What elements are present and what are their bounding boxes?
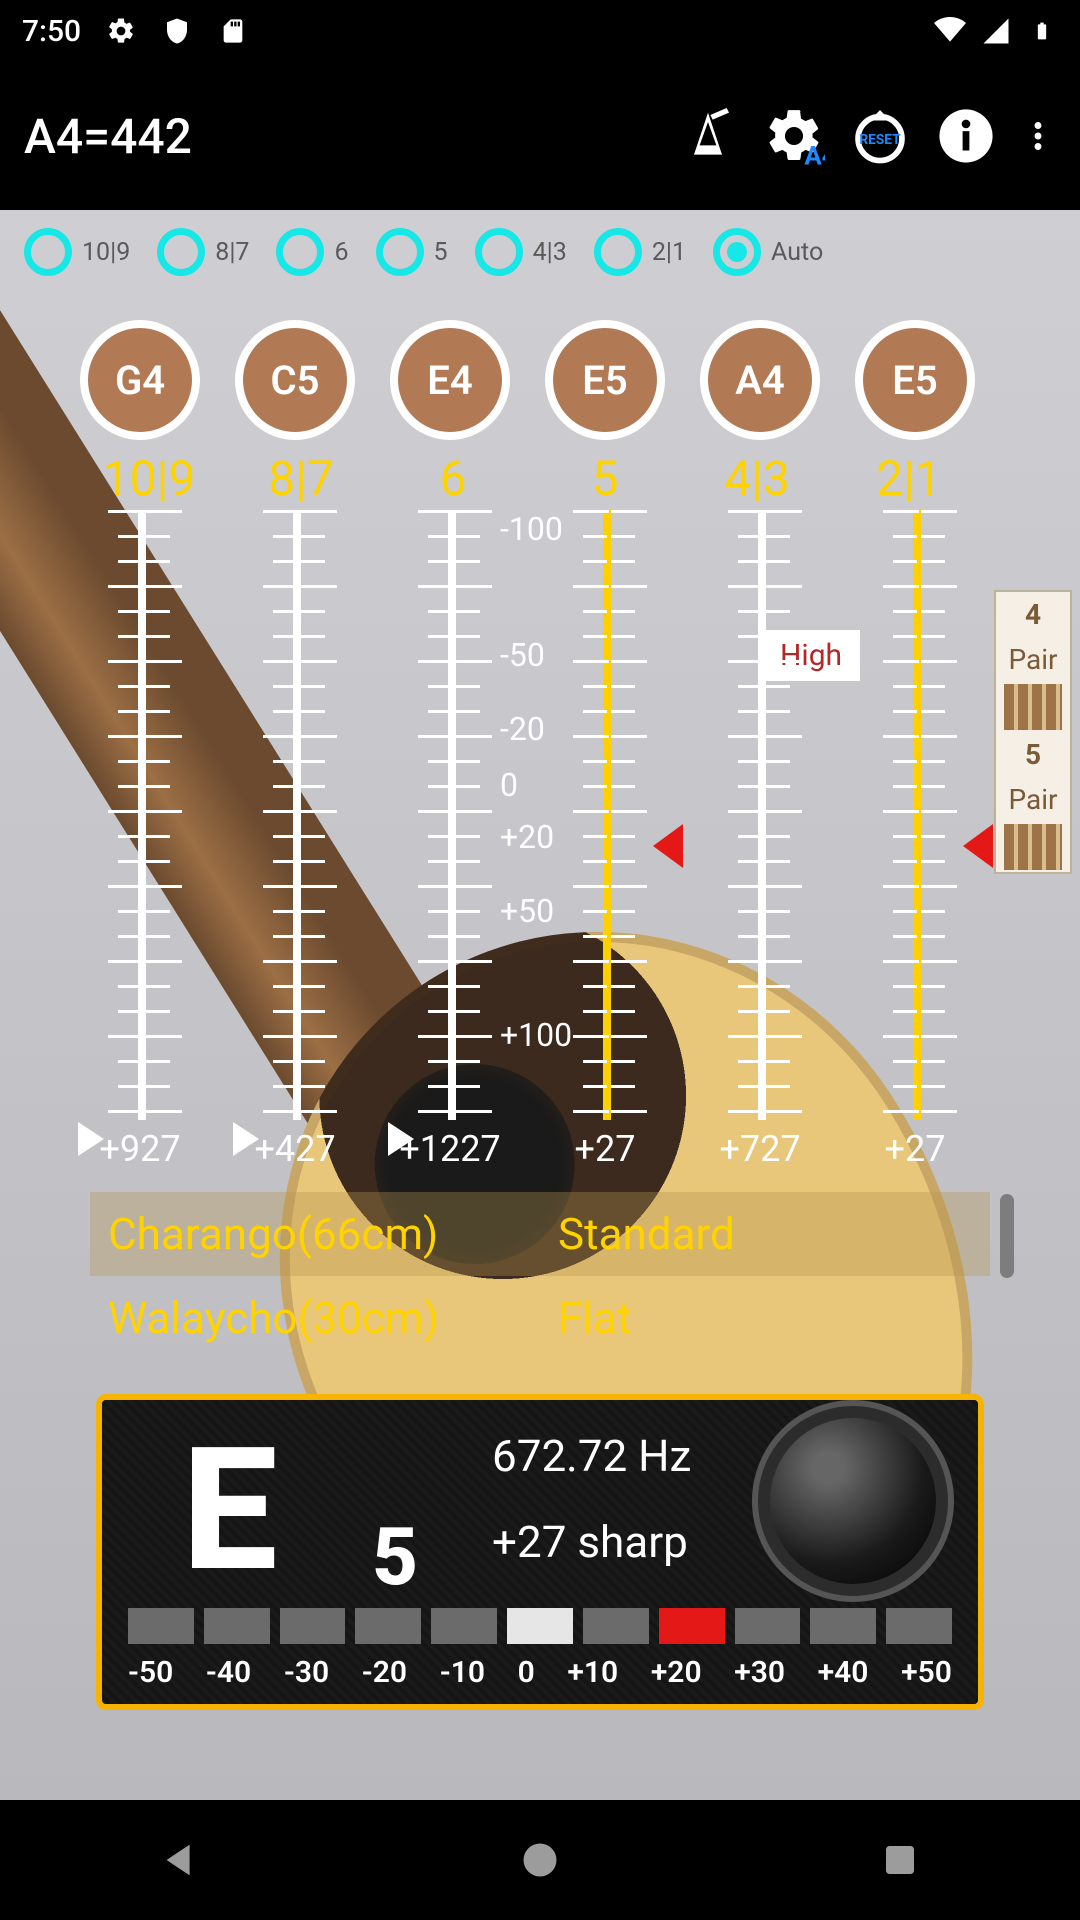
- frequency-readout: 672.72 Hz: [492, 1430, 691, 1482]
- string-radio-10-9[interactable]: 10|9: [24, 228, 130, 276]
- svg-text:A4: A4: [804, 141, 825, 167]
- battery-icon: [1026, 15, 1058, 47]
- nav-home-button[interactable]: [512, 1832, 568, 1888]
- string-radio-auto[interactable]: Auto: [713, 228, 823, 276]
- peg-e5a[interactable]: E5: [545, 320, 665, 440]
- nav-recents-button[interactable]: [872, 1832, 928, 1888]
- peg-g4[interactable]: G4: [80, 320, 200, 440]
- list-item[interactable]: Walaycho(30cm): [90, 1276, 540, 1360]
- list-item[interactable]: Standard: [540, 1192, 990, 1276]
- list-item[interactable]: Flat: [540, 1276, 990, 1360]
- string-radio-4-3[interactable]: 4|3: [475, 228, 567, 276]
- peg-c5[interactable]: C5: [235, 320, 355, 440]
- pair-selector: 4 Pair 5 Pair: [994, 590, 1072, 874]
- overflow-menu-button[interactable]: [1020, 104, 1056, 168]
- string-radio-5[interactable]: 5: [376, 228, 448, 276]
- scale-col: +727: [700, 510, 820, 1120]
- reset-button[interactable]: RESET: [848, 104, 912, 168]
- nav-bar: [0, 1800, 1080, 1920]
- string-label: 8|7: [242, 450, 360, 507]
- app-bar: A4=442 A4 RESET: [0, 62, 1080, 210]
- pair-4-button[interactable]: 4: [996, 592, 1070, 637]
- sd-card-icon: [217, 15, 249, 47]
- status-time: 7:50: [22, 14, 81, 49]
- note-pegs-row: G4 C5 E4 E5 A4 E5: [80, 320, 975, 440]
- scale-col-active: +27: [855, 510, 975, 1120]
- tuning-list[interactable]: Standard Flat: [540, 1192, 990, 1372]
- string-label: 6: [394, 450, 512, 507]
- pointer-icon: [653, 824, 683, 868]
- string-radio-2-1[interactable]: 2|1: [594, 228, 686, 276]
- shield-icon: [161, 15, 193, 47]
- tuner-display: E 5 672.72 Hz +27 sharp -50 -40 -30 -20 …: [96, 1394, 984, 1710]
- peg-e5b[interactable]: E5: [855, 320, 975, 440]
- info-button[interactable]: [934, 104, 998, 168]
- scale-col: +927: [80, 510, 200, 1120]
- app-title: A4=442: [24, 108, 654, 165]
- string-label: 2|1: [850, 450, 968, 507]
- string-select-radios: 10|9 8|7 6 5 4|3 2|1 Auto: [0, 228, 1080, 276]
- peg-a4[interactable]: A4: [700, 320, 820, 440]
- pair-5-button[interactable]: 5: [996, 732, 1070, 777]
- nav-back-button[interactable]: [152, 1832, 208, 1888]
- instrument-list[interactable]: Charango(66cm) Walaycho(30cm): [90, 1192, 540, 1372]
- svg-text:RESET: RESET: [859, 132, 901, 148]
- wifi-icon: [934, 15, 966, 47]
- main-area: 10|9 8|7 6 5 4|3 2|1 Auto G4 C5 E4 E5 A4…: [0, 210, 1080, 1800]
- cents-readout: +27 sharp: [492, 1516, 688, 1568]
- scale-col: +427: [235, 510, 355, 1120]
- string-radio-6[interactable]: 6: [276, 228, 348, 276]
- metronome-button[interactable]: [676, 104, 740, 168]
- cents-blocks: [128, 1608, 952, 1644]
- scale-col-active: +27: [545, 510, 665, 1120]
- cents-block-lit: [659, 1608, 725, 1644]
- scales-row: +927 +427 +1227 +27 +727 +27: [80, 510, 975, 1120]
- pointer-icon: [963, 824, 993, 868]
- string-label: 5: [546, 450, 664, 507]
- status-bar: 7:50: [0, 0, 1080, 62]
- settings-gear-icon: [105, 15, 137, 47]
- signal-icon: [980, 15, 1012, 47]
- detected-octave: 5: [372, 1510, 418, 1604]
- string-label: 4|3: [698, 450, 816, 507]
- scale-col: +1227: [390, 510, 510, 1120]
- string-label: 10|9: [90, 450, 208, 507]
- picker-lists: Charango(66cm) Walaycho(30cm) Standard F…: [90, 1192, 990, 1372]
- peg-e4[interactable]: E4: [390, 320, 510, 440]
- string-pair-labels: 10|9 8|7 6 5 4|3 2|1: [90, 450, 968, 507]
- list-item[interactable]: Charango(66cm): [90, 1192, 540, 1276]
- settings-a4-button[interactable]: A4: [762, 104, 826, 168]
- cents-block-zero: [507, 1608, 573, 1644]
- scrollbar[interactable]: [1000, 1194, 1014, 1278]
- indicator-knob: [770, 1418, 936, 1584]
- detected-note: E: [182, 1410, 277, 1610]
- cents-ticks: -50 -40 -30 -20 -10 0 +10 +20 +30 +40 +5…: [128, 1655, 952, 1690]
- string-radio-8-7[interactable]: 8|7: [157, 228, 249, 276]
